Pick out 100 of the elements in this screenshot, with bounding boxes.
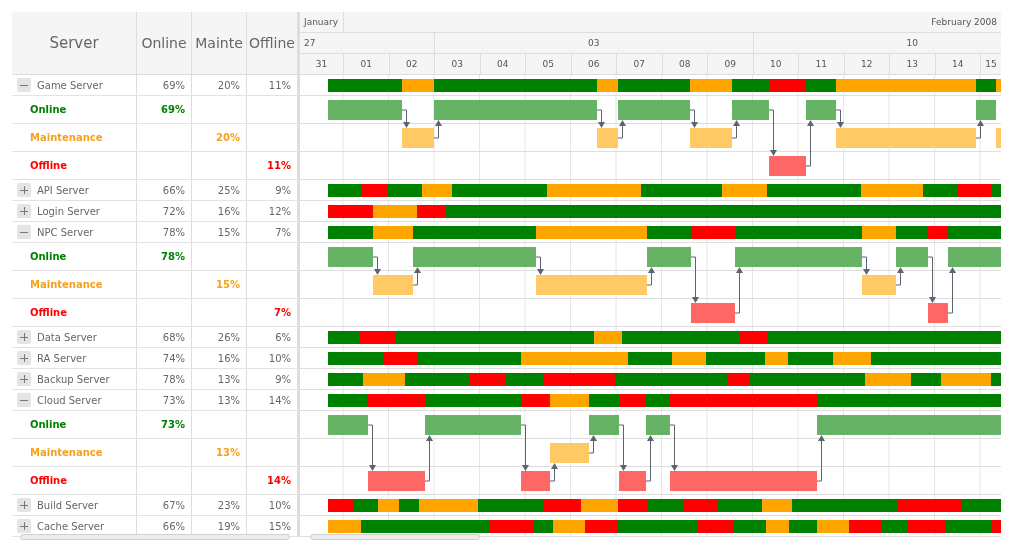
status-percent: 14% [267,475,291,486]
task-bar [619,471,646,491]
collapse-icon[interactable] [17,393,31,407]
percent-cell: 68% [137,327,192,347]
connector-arrow [433,120,442,139]
percent-cell: 67% [137,495,192,515]
month-label: January [302,17,340,27]
connector-arrow [424,435,433,482]
scrollbar[interactable] [310,534,480,540]
percent-cell: 25% [192,180,247,200]
week-label: 27 [303,38,317,48]
status-label: Maintenance [30,279,103,290]
status-label: Maintenance [30,132,103,143]
task-bar [690,128,732,148]
collapse-icon[interactable] [17,225,31,239]
percent-cell: 66% [137,180,192,200]
task-bar [647,247,691,267]
day-label: 07 [632,59,646,69]
task-bar [646,415,670,435]
day-label: 04 [496,59,510,69]
server-name: API Server [37,184,89,196]
task-bar [769,156,806,176]
connector-arrow [617,120,626,139]
task-bar [896,247,928,267]
server-name: RA Server [37,352,87,364]
status-label: Offline [30,475,67,486]
week-label: 03 [587,38,601,48]
day-label: 12 [860,59,874,69]
connector-arrow [731,120,740,139]
scrollbar[interactable] [20,534,290,540]
task-bar [402,128,434,148]
connector-arrow [689,109,698,128]
task-bar [691,303,735,323]
server-name: Login Server [37,205,100,217]
percent-cell: 69% [137,75,192,95]
day-label: 05 [541,59,555,69]
task-bar [928,303,948,323]
percent-cell: 13% [192,369,247,389]
server-name: Build Server [37,499,99,511]
connector-arrow [690,256,699,303]
day-label: 02 [405,59,419,69]
expand-icon[interactable] [17,351,31,365]
status-label: Offline [30,307,67,318]
day-label: 03 [450,59,464,69]
status-percent: 78% [161,251,185,262]
connector-arrow [372,256,381,275]
connector-arrow [401,109,410,128]
server-name: Cache Server [37,520,105,532]
column-header: Mainte [192,12,247,74]
status-percent: 11% [267,160,291,171]
server-name: Backup Server [37,373,110,385]
task-bar [521,471,550,491]
column-header: Online [137,12,192,74]
percent-cell: 23% [192,495,247,515]
connector-arrow [618,424,627,471]
percent-cell: 78% [137,369,192,389]
status-percent: 69% [161,104,185,115]
day-label: 14 [951,59,965,69]
connector-arrow [947,267,956,314]
status-label: Online [30,251,67,262]
day-label: 13 [905,59,919,69]
day-label: 08 [678,59,692,69]
day-label: 11 [814,59,828,69]
status-percent: 7% [274,307,291,318]
day-label: 10 [769,59,783,69]
connector-arrow [596,109,605,128]
status-percent: 13% [216,447,240,458]
day-label: 31 [314,59,329,69]
task-bar [597,128,618,148]
status-percent: 73% [161,419,185,430]
connector-arrow [734,267,743,314]
connector-arrow [768,109,777,156]
server-name: Game Server [37,79,103,91]
task-bar [996,128,1001,148]
collapse-icon[interactable] [17,78,31,92]
expand-icon[interactable] [17,183,31,197]
expand-icon[interactable] [17,372,31,386]
status-label: Online [30,104,67,115]
status-percent: 20% [216,132,240,143]
expand-icon[interactable] [17,498,31,512]
server-name: Cloud Server [37,394,102,406]
expand-icon[interactable] [17,519,31,533]
connector-arrow [549,463,558,482]
task-bar [328,247,373,267]
percent-cell: 13% [192,390,247,410]
week-label: 10 [905,38,919,48]
month-label: February 2008 [930,17,998,27]
percent-cell: 16% [192,201,247,221]
server-name: NPC Server [37,226,94,238]
task-bar [976,100,996,120]
connector-arrow [520,424,529,471]
percent-cell: 72% [137,201,192,221]
connector-arrow [805,120,814,167]
expand-icon[interactable] [17,330,31,344]
task-bar [589,415,619,435]
expand-icon[interactable] [17,204,31,218]
day-label: 01 [359,59,373,69]
task-bar [732,100,769,120]
task-bar [550,443,589,463]
percent-cell: 26% [192,327,247,347]
